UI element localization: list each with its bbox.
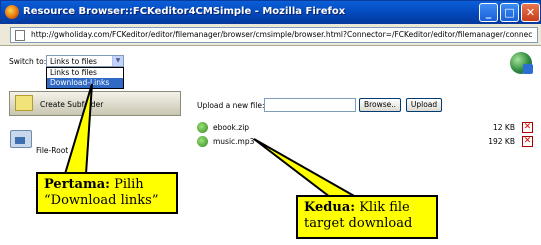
callout-second-text-2: target download bbox=[304, 216, 413, 231]
callout-first-step: Pertama: Pilih “Download links” bbox=[36, 172, 178, 214]
callout-1-pointer bbox=[63, 83, 93, 175]
callout-second-text: Klik file bbox=[355, 200, 410, 215]
callout-first-bold: Pertama: bbox=[44, 177, 110, 192]
callout-2-pointer bbox=[253, 138, 360, 198]
callout-second-step: Kedua: Klik file target download bbox=[296, 195, 438, 239]
callout-first-text: Pilih bbox=[109, 177, 144, 192]
callout-first-text-2: “Download links” bbox=[44, 193, 159, 208]
callout-second-bold: Kedua: bbox=[304, 200, 356, 215]
